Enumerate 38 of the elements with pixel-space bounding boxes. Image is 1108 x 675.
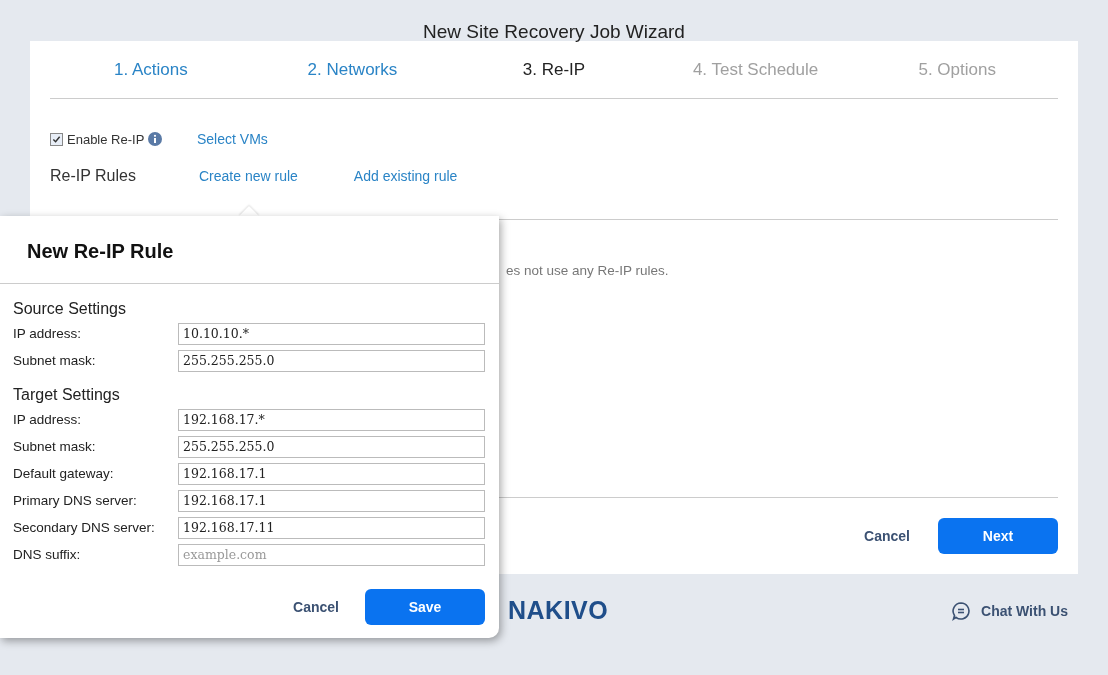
field-label: IP address: [13, 326, 83, 341]
step-tab[interactable]: 2. Networks [251, 59, 454, 80]
input-field[interactable]: 255.255.255.0 [178, 349, 485, 372]
field-label: IP address: [13, 412, 83, 427]
section-title: Target Settings [13, 386, 121, 404]
input-field[interactable]: example.com [178, 543, 485, 566]
section-title: Source Settings [13, 300, 127, 318]
dialog-title: New Re-IP Rule [0, 216, 499, 284]
input-field[interactable]: 192.168.17.1 [178, 462, 485, 485]
input-field[interactable]: 10.10.10.* [178, 322, 485, 345]
step-tab[interactable]: 1. Actions [50, 59, 252, 80]
info-icon[interactable] [148, 132, 163, 146]
field-label: Primary DNS server: [13, 493, 138, 508]
save-button[interactable]: Save [365, 589, 485, 625]
input-field[interactable]: 255.255.255.0 [178, 435, 485, 458]
section-title: Re-IP Rules [50, 167, 137, 185]
field-label: Secondary DNS server: [13, 520, 156, 535]
chat-icon[interactable] [951, 600, 971, 621]
checkbox[interactable] [50, 132, 63, 146]
next-button[interactable]: Next [938, 518, 1058, 554]
window-title: New Site Recovery Job Wizard [422, 20, 686, 41]
chat-link[interactable]: Chat With Us [981, 602, 1068, 619]
field-label: Subnet mask: [13, 439, 97, 454]
logo: NAKIVO [508, 596, 609, 625]
field-label: Subnet mask: [13, 353, 97, 368]
cancel-button[interactable]: Cancel [860, 522, 914, 550]
field-label: Default gateway: [13, 466, 115, 481]
empty-message: es not use any Re-IP rules. [506, 263, 670, 278]
input-field[interactable]: 192.168.17.* [178, 408, 485, 431]
create-rule-link[interactable]: Create new rule [199, 168, 298, 184]
checkbox-label: Enable Re-IP [67, 131, 145, 147]
input-field[interactable]: 192.168.17.11 [178, 516, 485, 539]
cancel-button[interactable]: Cancel [289, 593, 343, 621]
select-vms-link[interactable]: Select VMs [197, 131, 268, 147]
add-rule-link[interactable]: Add existing rule [353, 168, 458, 184]
step-tab[interactable]: 3. Re-IP [453, 59, 655, 80]
input-field[interactable]: 192.168.17.1 [178, 489, 485, 512]
field-label: DNS suffix: [13, 547, 82, 562]
